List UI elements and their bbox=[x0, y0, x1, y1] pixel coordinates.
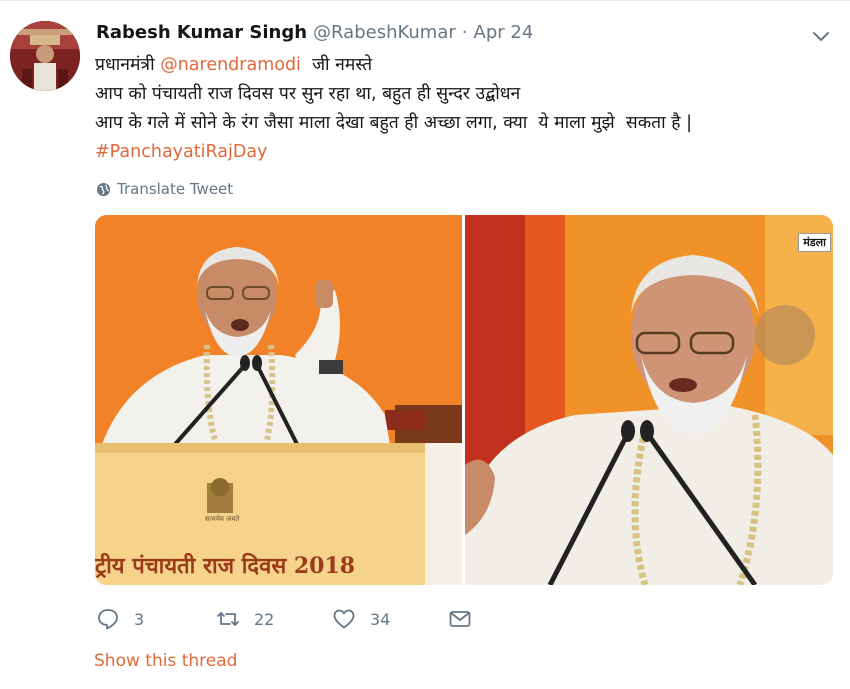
reply-button[interactable]: 3 bbox=[96, 607, 144, 631]
tweet-text-line-3: आप के गले में सोने के रंग जैसा माला देखा… bbox=[95, 113, 692, 133]
more-options-chevron-down-icon[interactable] bbox=[808, 25, 834, 47]
envelope-icon bbox=[449, 611, 471, 627]
tweet: Rabesh Kumar Singh @RabeshKumar · Apr 24… bbox=[0, 0, 850, 689]
like-button[interactable]: 34 bbox=[332, 607, 390, 631]
retweet-icon bbox=[217, 612, 239, 626]
author-name[interactable]: Rabesh Kumar Singh bbox=[96, 22, 307, 43]
retweet-button[interactable]: 22 bbox=[216, 607, 274, 631]
channel-watermark: मंडला bbox=[798, 233, 831, 252]
tweet-actions: 3 22 34 bbox=[96, 604, 516, 634]
translate-tweet-button[interactable]: Translate Tweet bbox=[96, 177, 233, 201]
hashtag-link[interactable]: #PanchayatiRajDay bbox=[95, 138, 835, 167]
tweet-text-line-1: प्रधानमंत्री @narendramodi जी नमस्ते bbox=[95, 51, 835, 80]
author-handle[interactable]: @RabeshKumar bbox=[313, 22, 456, 43]
tweet-header: Rabesh Kumar Singh @RabeshKumar · Apr 24 bbox=[96, 22, 533, 48]
globe-icon bbox=[96, 182, 111, 196]
separator-dot: · bbox=[461, 22, 468, 43]
reply-count: 3 bbox=[134, 609, 145, 629]
avatar[interactable] bbox=[10, 21, 80, 91]
media-grid: ट्रीय पंचायती राज दिवस 2018 सत्यमेव जयते bbox=[95, 215, 833, 585]
heart-icon bbox=[333, 609, 355, 629]
media-photo-right[interactable]: मंडला bbox=[465, 215, 833, 585]
like-count: 34 bbox=[370, 609, 391, 629]
media-photo-left[interactable]: ट्रीय पंचायती राज दिवस 2018 सत्यमेव जयते bbox=[95, 215, 462, 585]
retweet-count: 22 bbox=[254, 609, 275, 629]
direct-message-button[interactable] bbox=[448, 607, 472, 631]
emblem-caption: सत्यमेव जयते bbox=[205, 515, 240, 523]
text-greeting-suffix: जी नमस्ते bbox=[300, 55, 373, 75]
tweet-text: प्रधानमंत्री @narendramodi जी नमस्ते आप … bbox=[95, 51, 835, 167]
reply-icon bbox=[98, 609, 118, 630]
tweet-text-line-2: आप को पंचायती राज दिवस पर सुन रहा था, बह… bbox=[95, 84, 521, 104]
text-greeting-prefix: प्रधानमंत्री bbox=[95, 55, 161, 75]
show-thread-link[interactable]: Show this thread bbox=[94, 651, 237, 671]
mention-link[interactable]: @narendramodi bbox=[160, 55, 301, 75]
podium-banner-text: ट्रीय पंचायती राज दिवस 2018 bbox=[95, 553, 356, 579]
tweet-date[interactable]: Apr 24 bbox=[474, 22, 534, 43]
translate-label: Translate Tweet bbox=[117, 180, 234, 198]
